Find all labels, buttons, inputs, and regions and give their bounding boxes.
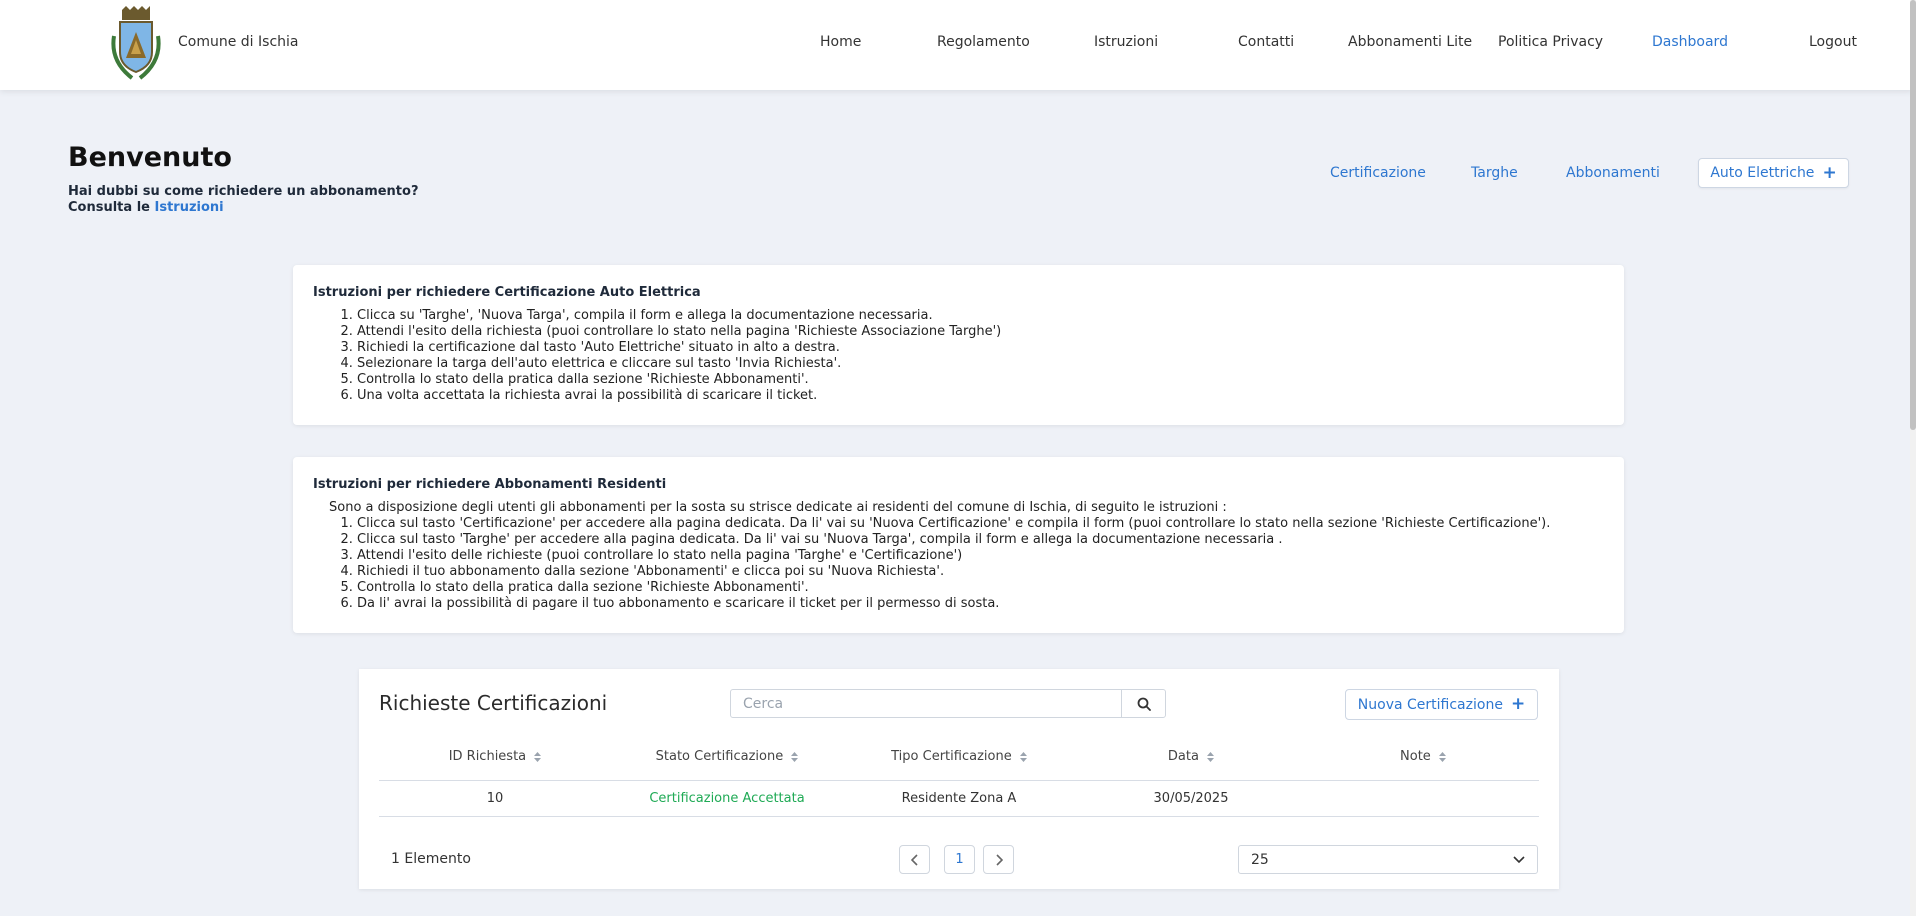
- instruction-step: Da li' avrai la possibilità di pagare il…: [357, 596, 1604, 612]
- auto-elettriche-button[interactable]: Auto Elettriche +: [1698, 158, 1849, 188]
- nav-abbonamenti-lite[interactable]: Abbonamenti Lite: [1348, 34, 1472, 50]
- card-intro: Sono a disposizione degli utenti gli abb…: [329, 500, 1227, 515]
- col-id-richiesta[interactable]: ID Richiesta: [379, 749, 611, 764]
- richieste-certificazioni-panel: Richieste Certificazioni Nuova Certifica…: [359, 669, 1559, 889]
- consulta-text: Consulta le: [68, 200, 150, 215]
- comune-coat-of-arms-logo[interactable]: [108, 6, 164, 82]
- search-box: [730, 689, 1166, 718]
- page-size-select[interactable]: 25: [1238, 845, 1538, 874]
- instruction-step: Clicca sul tasto 'Targhe' per accedere a…: [357, 532, 1604, 548]
- welcome-help: Hai dubbi su come richiedere un abboname…: [68, 184, 419, 216]
- targhe-link[interactable]: Targhe: [1471, 165, 1518, 181]
- card-title: Istruzioni per richiedere Abbonamenti Re…: [313, 477, 667, 492]
- plus-icon: +: [1822, 162, 1837, 183]
- instruction-step: Selezionare la targa dell'auto elettrica…: [357, 356, 1604, 372]
- nuova-certificazione-label: Nuova Certificazione: [1357, 696, 1503, 713]
- sort-icon: [534, 751, 542, 762]
- prev-page-button[interactable]: [899, 845, 930, 874]
- sort-icon: [1019, 751, 1027, 762]
- nav-regolamento[interactable]: Regolamento: [937, 34, 1030, 50]
- instruction-step: Clicca su 'Targhe', 'Nuova Targa', compi…: [357, 308, 1604, 324]
- panel-title: Richieste Certificazioni: [379, 691, 608, 715]
- nav-logout[interactable]: Logout: [1809, 34, 1857, 50]
- instructions-list: Clicca sul tasto 'Certificazione' per ac…: [313, 516, 1604, 612]
- col-stato-certificazione[interactable]: Stato Certificazione: [611, 749, 843, 764]
- column-label: Note: [1400, 749, 1431, 764]
- search-icon: [1137, 697, 1151, 711]
- nav-contatti[interactable]: Contatti: [1238, 34, 1294, 50]
- instructions-card-residenti: Istruzioni per richiedere Abbonamenti Re…: [293, 457, 1624, 633]
- scrollbar-thumb[interactable]: [1910, 0, 1916, 430]
- card-title: Istruzioni per richiedere Certificazione…: [313, 285, 701, 300]
- items-count: 1 Elemento: [391, 851, 471, 867]
- search-input[interactable]: [731, 690, 1121, 717]
- instruction-step: Controlla lo stato della pratica dalla s…: [357, 580, 1604, 596]
- column-label: Tipo Certificazione: [891, 749, 1012, 764]
- instruction-step: Attendi l'esito della richiesta (puoi co…: [357, 324, 1604, 340]
- page-size-value: 25: [1251, 851, 1269, 868]
- next-page-button[interactable]: [983, 845, 1014, 874]
- welcome-title: Benvenuto: [68, 142, 232, 173]
- cell-tipo: Residente Zona A: [901, 791, 1017, 806]
- instruction-step: Una volta accettata la richiesta avrai l…: [357, 388, 1604, 404]
- certificazione-link[interactable]: Certificazione: [1330, 165, 1426, 181]
- page-scrollbar[interactable]: [1910, 0, 1916, 916]
- sort-icon: [791, 751, 799, 762]
- instruction-step: Clicca sul tasto 'Certificazione' per ac…: [357, 516, 1604, 532]
- cell-data: 30/05/2025: [1153, 791, 1229, 806]
- chevron-down-icon: [1513, 855, 1525, 863]
- nav-istruzioni[interactable]: Istruzioni: [1094, 34, 1158, 50]
- plus-icon: +: [1510, 694, 1526, 714]
- table-header: ID Richiesta Stato Certificazione Tipo C…: [379, 749, 1539, 781]
- nuova-certificazione-button[interactable]: Nuova Certificazione +: [1345, 689, 1538, 720]
- sort-icon: [1207, 751, 1215, 762]
- search-button[interactable]: [1121, 690, 1165, 717]
- cell-stato: Certificazione Accettata: [649, 791, 805, 806]
- sort-icon: [1438, 751, 1446, 762]
- column-label: Data: [1167, 749, 1199, 764]
- instruction-step: Richiedi la certificazione dal tasto 'Au…: [357, 340, 1604, 356]
- brand-name[interactable]: Comune di Ischia: [178, 34, 298, 50]
- instructions-card-electric: Istruzioni per richiedere Certificazione…: [293, 265, 1624, 425]
- column-label: ID Richiesta: [448, 749, 527, 764]
- chevron-right-icon: [995, 853, 1003, 866]
- instruction-step: Attendi l'esito delle richieste (puoi co…: [357, 548, 1604, 564]
- instructions-list: Clicca su 'Targhe', 'Nuova Targa', compi…: [313, 308, 1604, 404]
- column-label: Stato Certificazione: [655, 749, 784, 764]
- table-row[interactable]: 10 Certificazione Accettata Residente Zo…: [379, 781, 1539, 817]
- nav-home[interactable]: Home: [820, 34, 861, 50]
- istruzioni-link[interactable]: Istruzioni: [155, 200, 224, 215]
- instruction-step: Controlla lo stato della pratica dalla s…: [357, 372, 1604, 388]
- col-data[interactable]: Data: [1075, 749, 1307, 764]
- welcome-help-line: Hai dubbi su come richiedere un abboname…: [68, 184, 419, 199]
- nav-politica-privacy[interactable]: Politica Privacy: [1498, 34, 1603, 50]
- chevron-left-icon: [910, 853, 918, 866]
- nav-dashboard[interactable]: Dashboard: [1652, 34, 1728, 50]
- abbonamenti-link[interactable]: Abbonamenti: [1566, 165, 1660, 181]
- instruction-step: Richiedi il tuo abbonamento dalla sezion…: [357, 564, 1604, 580]
- col-tipo-certificazione[interactable]: Tipo Certificazione: [843, 749, 1075, 764]
- top-navbar: Comune di Ischia Home Regolamento Istruz…: [0, 0, 1913, 90]
- auto-elettriche-label: Auto Elettriche: [1710, 165, 1815, 181]
- col-note[interactable]: Note: [1307, 749, 1539, 764]
- cell-id: 10: [486, 791, 504, 806]
- welcome-help-line-2: Consulta le Istruzioni: [68, 200, 419, 216]
- page-number-button[interactable]: 1: [944, 845, 975, 874]
